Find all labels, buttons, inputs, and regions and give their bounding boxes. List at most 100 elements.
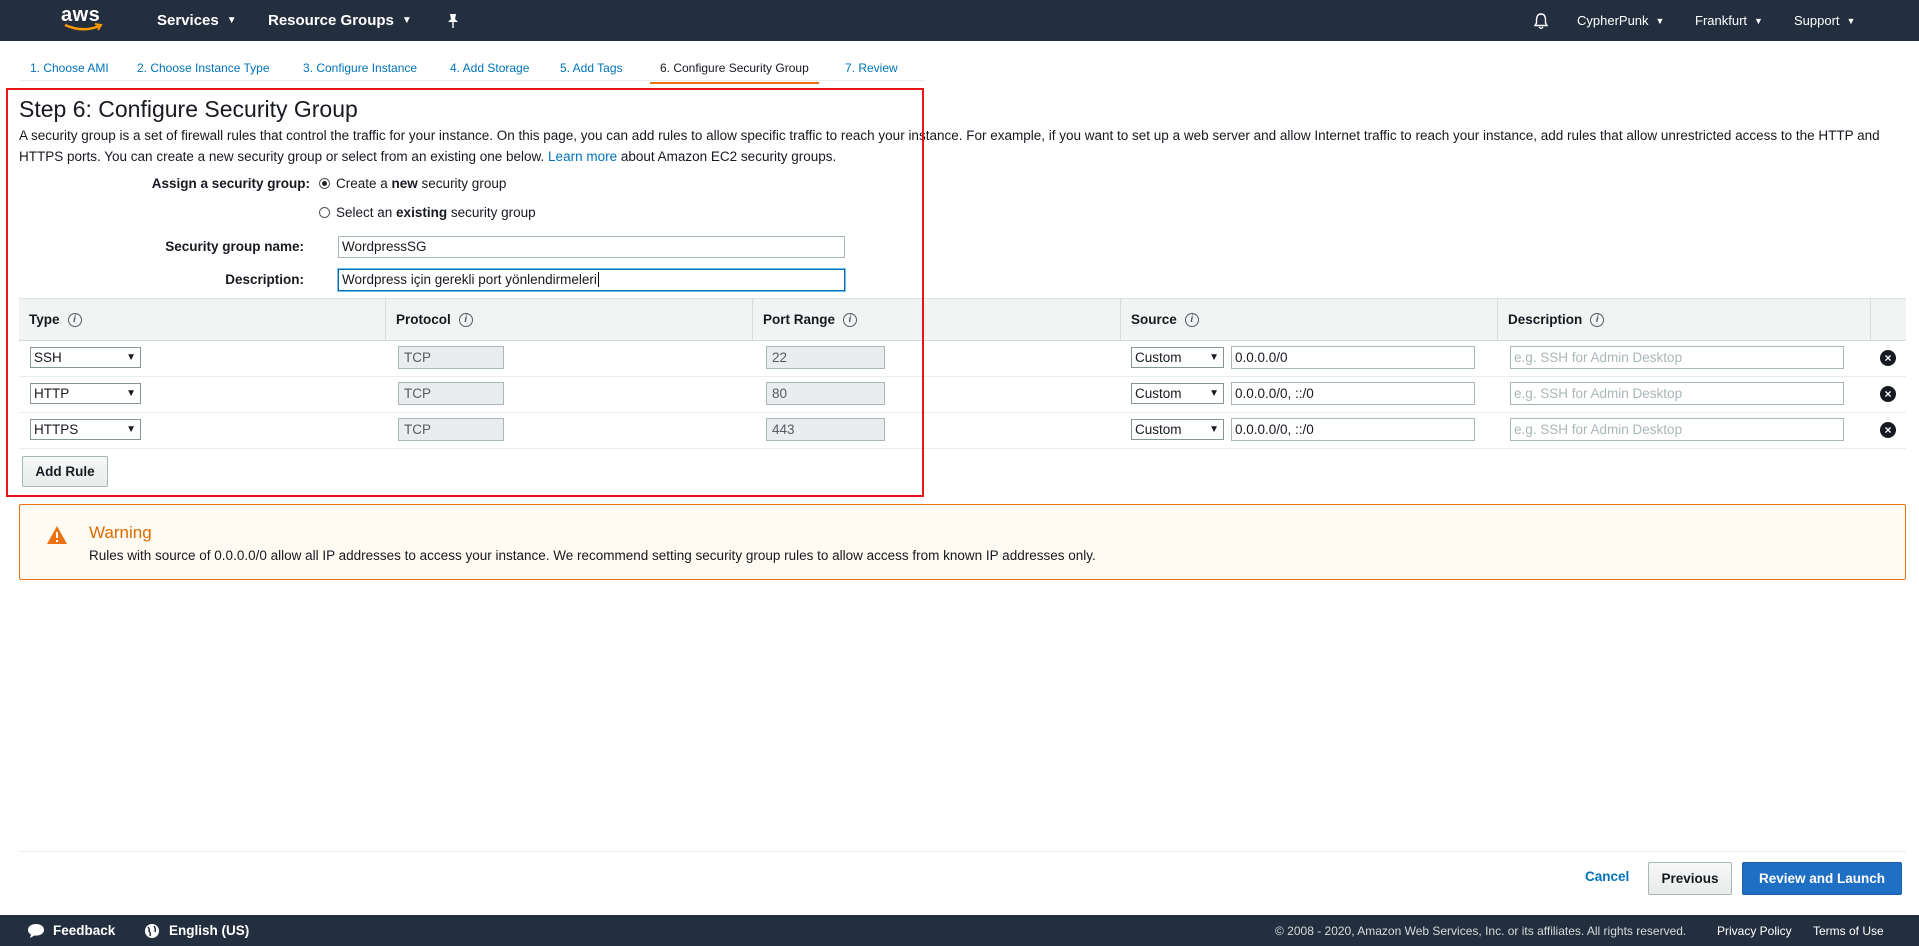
radio-existing-label: Select an existing security group	[336, 205, 536, 220]
info-icon[interactable]: i	[843, 312, 858, 327]
services-label: Services	[157, 12, 219, 29]
column-header-remove	[1870, 299, 1906, 340]
chevron-down-icon: ▼	[126, 388, 136, 399]
region-menu[interactable]: Frankfurt ▼	[1695, 0, 1763, 41]
radio-create-new-security-group[interactable]: Create a new security group	[319, 176, 506, 191]
rule-port-range-field: 443	[766, 418, 885, 441]
column-header-protocol: Protocol i	[385, 299, 752, 340]
resource-groups-menu[interactable]: Resource Groups ▼	[268, 0, 412, 41]
rule-source-select[interactable]: Custom ▼	[1131, 419, 1224, 440]
step-choose-ami[interactable]: 1. Choose AMI	[20, 58, 119, 82]
copyright-text: © 2008 - 2020, Amazon Web Services, Inc.…	[1275, 923, 1687, 938]
rule-protocol-field: TCP	[398, 346, 504, 369]
aws-smile-icon	[64, 23, 103, 31]
user-name: CypherPunk	[1577, 13, 1649, 28]
resource-groups-label: Resource Groups	[268, 12, 394, 29]
chevron-down-icon: ▼	[1209, 352, 1219, 363]
radio-select-existing-security-group[interactable]: Select an existing security group	[319, 205, 536, 220]
user-menu[interactable]: CypherPunk ▼	[1577, 0, 1664, 41]
chevron-down-icon: ▼	[1846, 15, 1856, 26]
security-group-name-label: Security group name:	[165, 239, 304, 254]
step-choose-instance-type[interactable]: 2. Choose Instance Type	[127, 58, 280, 82]
column-header-description: Description i	[1497, 299, 1870, 340]
warning-text: Rules with source of 0.0.0.0/0 allow all…	[89, 548, 1096, 563]
radio-selected-icon	[319, 178, 330, 189]
language-label: English (US)	[169, 923, 250, 938]
step-add-tags[interactable]: 5. Add Tags	[550, 58, 633, 82]
rule-source-input[interactable]: 0.0.0.0/0, ::/0	[1231, 382, 1475, 405]
remove-rule-close-icon[interactable]: ×	[1880, 350, 1896, 366]
warning-alert: Warning Rules with source of 0.0.0.0/0 a…	[19, 504, 1906, 580]
add-rule-button[interactable]: Add Rule	[22, 456, 108, 487]
warning-title: Warning	[89, 523, 152, 542]
radio-unselected-icon	[319, 207, 330, 218]
info-icon[interactable]: i	[1184, 312, 1199, 327]
remove-rule-close-icon[interactable]: ×	[1880, 422, 1896, 438]
rule-source-select[interactable]: Custom ▼	[1131, 347, 1224, 368]
language-selector[interactable]: English (US)	[144, 915, 249, 946]
rule-port-range-field: 80	[766, 382, 885, 405]
warning-icon	[47, 526, 67, 544]
cancel-button[interactable]: Cancel	[1585, 869, 1629, 884]
step-configure-instance[interactable]: 3. Configure Instance	[293, 58, 427, 82]
assign-security-group-label: Assign a security group:	[151, 176, 310, 191]
services-menu[interactable]: Services ▼	[157, 0, 237, 41]
aws-logo[interactable]: aws	[61, 4, 103, 34]
rule-type-select[interactable]: SSH ▼	[30, 347, 141, 368]
learn-more-link[interactable]: Learn more	[548, 149, 617, 164]
terms-of-use-link[interactable]: Terms of Use	[1813, 915, 1884, 946]
step-review[interactable]: 7. Review	[835, 58, 908, 82]
rule-description-input[interactable]: e.g. SSH for Admin Desktop	[1510, 382, 1844, 405]
chevron-down-icon: ▼	[226, 15, 237, 26]
rule-description-input[interactable]: e.g. SSH for Admin Desktop	[1510, 346, 1844, 369]
step-add-storage[interactable]: 4. Add Storage	[440, 58, 539, 82]
step-configure-security-group[interactable]: 6. Configure Security Group	[650, 58, 819, 84]
privacy-policy-link[interactable]: Privacy Policy	[1717, 915, 1792, 946]
footer-bar: Feedback English (US) © 2008 - 2020, Ama…	[0, 915, 1919, 946]
chevron-down-icon: ▼	[1655, 15, 1665, 26]
table-row: HTTP ▼ TCP 80 Custom ▼ 0.0.0.0/0, ::/0 e.g…	[19, 376, 1906, 413]
rule-source-input[interactable]: 0.0.0.0/0	[1231, 346, 1475, 369]
previous-button[interactable]: Previous	[1648, 862, 1732, 895]
rules-table-header: Type i Protocol i Port Range i Source i Desc…	[19, 298, 1906, 341]
info-icon[interactable]: i	[67, 312, 82, 327]
info-icon[interactable]: i	[458, 312, 473, 327]
chevron-down-icon: ▼	[126, 352, 136, 363]
description-input[interactable]: Wordpress için gerekli port yönlendirmel…	[338, 269, 845, 291]
chevron-down-icon: ▼	[1209, 388, 1219, 399]
intro-suffix: about Amazon EC2 security groups.	[620, 149, 837, 164]
column-header-port-range: Port Range i	[752, 299, 1120, 340]
info-icon[interactable]: i	[1590, 312, 1605, 327]
rule-source-input[interactable]: 0.0.0.0/0, ::/0	[1231, 418, 1475, 441]
support-label: Support	[1794, 13, 1840, 28]
support-menu[interactable]: Support ▼	[1794, 0, 1855, 41]
rule-protocol-field: TCP	[398, 382, 504, 405]
remove-rule-close-icon[interactable]: ×	[1880, 386, 1896, 402]
review-and-launch-button[interactable]: Review and Launch	[1742, 862, 1902, 895]
pin-icon[interactable]	[446, 0, 460, 41]
column-header-source: Source i	[1120, 299, 1497, 340]
feedback-button[interactable]: Feedback	[27, 915, 115, 946]
aws-logo-text: aws	[61, 4, 101, 26]
actions-divider	[19, 851, 1906, 852]
speech-bubble-icon	[28, 923, 44, 938]
rule-type-select[interactable]: HTTPS ▼	[30, 419, 141, 440]
rule-type-select[interactable]: HTTP ▼	[30, 383, 141, 404]
intro-paragraph: A security group is a set of firewall ru…	[19, 125, 1899, 167]
rule-port-range-field: 22	[766, 346, 885, 369]
region-name: Frankfurt	[1695, 13, 1748, 28]
table-row: SSH ▼ TCP 22 Custom ▼ 0.0.0.0/0 e.g. SSH f…	[19, 340, 1906, 377]
chevron-down-icon: ▼	[1754, 15, 1763, 26]
page-title: Step 6: Configure Security Group	[19, 96, 358, 122]
rule-source-select[interactable]: Custom ▼	[1131, 383, 1224, 404]
chevron-down-icon: ▼	[1209, 424, 1219, 435]
table-row: HTTPS ▼ TCP 443 Custom ▼ 0.0.0.0/0, ::/0 e…	[19, 412, 1906, 449]
column-header-type: Type i	[19, 299, 385, 340]
top-navigation-bar: aws Services ▼ Resource Groups ▼ CypherP…	[0, 0, 1919, 41]
chevron-down-icon: ▼	[401, 15, 412, 26]
notifications-bell-icon[interactable]	[1533, 0, 1549, 41]
rule-description-input[interactable]: e.g. SSH for Admin Desktop	[1510, 418, 1844, 441]
security-group-name-input[interactable]: WordpressSG	[338, 236, 845, 258]
rule-protocol-field: TCP	[398, 418, 504, 441]
globe-icon	[145, 923, 159, 938]
